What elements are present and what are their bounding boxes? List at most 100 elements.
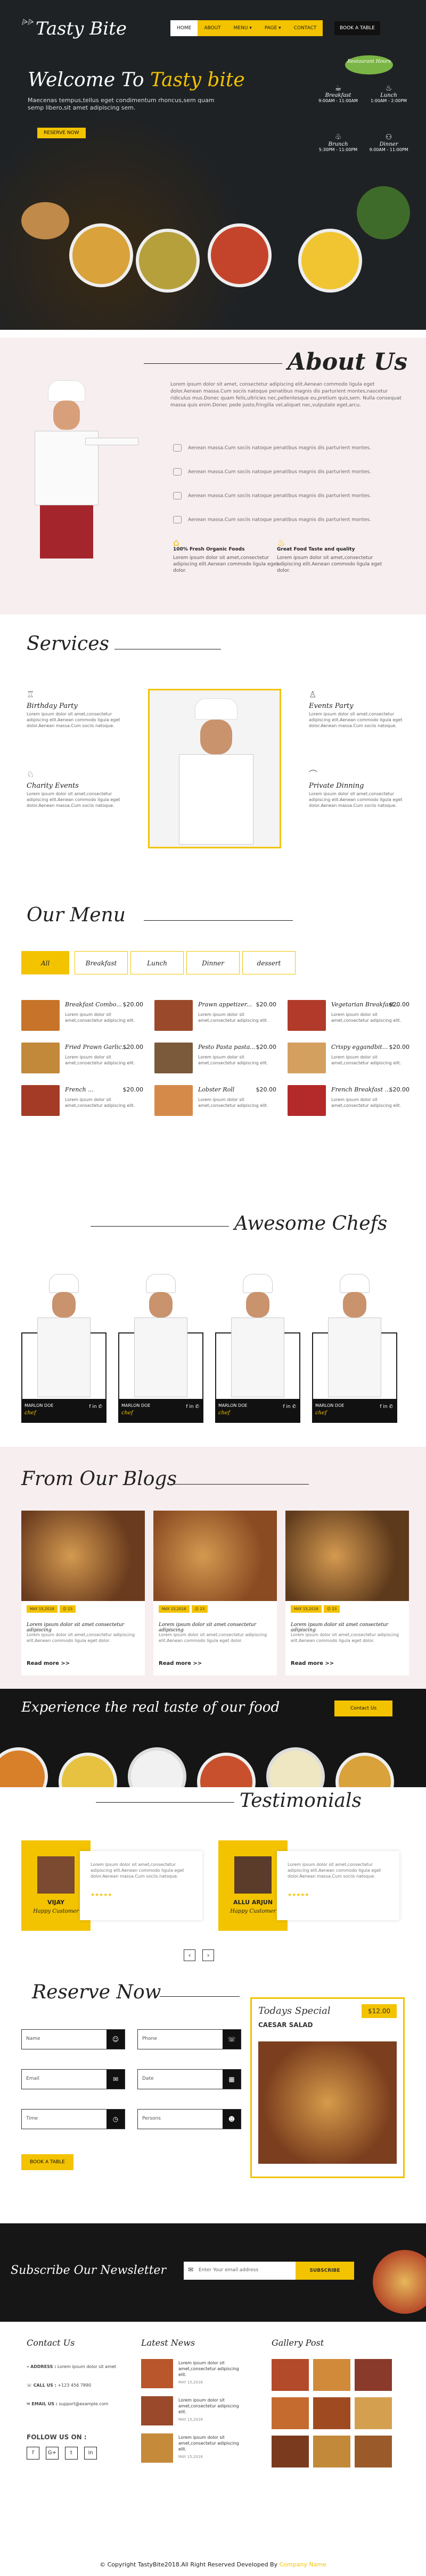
social-icons[interactable]: f in ✆ [380, 1404, 393, 1410]
news-item[interactable]: Lorem ipsum dolor sit amet,consectetur a… [141, 2359, 248, 2391]
menu-item[interactable]: Prawn appetizer... $20.00 Lorem ipsum dolo… [154, 1000, 280, 1032]
hand-icon [173, 516, 182, 523]
spice-bowl [69, 223, 133, 287]
news-item[interactable]: Lorem ipsum dolor sit amet,consectetur a… [141, 2433, 248, 2465]
star-rating: ★★★★★ [91, 1893, 112, 1898]
menu-item-price: $20.00 [256, 1001, 277, 1008]
cloche-icon: ⌒ [309, 769, 318, 779]
nav-home[interactable]: HOME [170, 20, 198, 36]
company-link[interactable]: Company Name [280, 2561, 326, 2568]
reserve-now-button[interactable]: RESERVE NOW [37, 128, 86, 138]
menu-item-name: Prawn appetizer... [198, 1001, 252, 1008]
hero-tagline: Maecenas tempus,tellus eget condimentum … [28, 97, 215, 111]
gallery-image[interactable] [355, 2397, 392, 2429]
menu-item[interactable]: Fried Prawn Garlic... $20.00 Lorem ipsum d… [21, 1043, 146, 1074]
service-birthday: ♖ Birthday Party Lorem ipsum dolor sit ame… [27, 690, 133, 729]
blog-title[interactable]: Lorem ipsum dolor sit amet consectetur a… [159, 1622, 277, 1633]
copyright-icon: © [100, 2561, 106, 2568]
social-icon[interactable]: in [84, 2447, 97, 2460]
book-table-button[interactable]: BOOK A TABLE [334, 21, 380, 35]
social-icon[interactable]: t [65, 2447, 78, 2460]
phone-icon: ☏ [27, 2383, 32, 2388]
chef-info: MARLON DOE chef f in ✆ [21, 1399, 106, 1423]
gallery-image[interactable] [272, 2359, 309, 2391]
menu-item-desc: Lorem ipsum dolor sit amet,consectetur a… [331, 1012, 402, 1023]
feature-title: Great Food Taste and quality [277, 547, 355, 552]
email-value[interactable]: support@example.com [59, 2402, 109, 2406]
chef-photo [134, 1274, 187, 1397]
tab-all[interactable]: All [21, 951, 69, 974]
gallery-image[interactable] [313, 2359, 350, 2391]
blog-text: Lorem ipsum dolor sit amet,consectetur a… [291, 1632, 399, 1643]
contact-us-button[interactable]: Contact Us [334, 1700, 393, 1716]
read-more-link[interactable]: Read more >> [159, 1661, 202, 1666]
menu-item-desc: Lorem ipsum dolor sit amet,consectetur a… [198, 1012, 268, 1023]
menu-item[interactable]: Breakfast Combo... $20.00 Lorem ipsum dolo… [21, 1000, 146, 1032]
email-field[interactable]: Email ✉ [21, 2069, 125, 2089]
next-arrow-icon[interactable]: › [202, 1949, 214, 1961]
gallery-image[interactable] [355, 2436, 392, 2467]
gallery-image[interactable] [355, 2359, 392, 2391]
nav-contact[interactable]: CONTACT [288, 20, 323, 36]
menu-item-image [288, 1000, 326, 1031]
time-field[interactable]: Time ◷ [21, 2109, 125, 2129]
menu-item[interactable]: Pesto Pasta pasta... $20.00 Lorem ipsum do… [154, 1043, 280, 1074]
phone-field[interactable]: Phone ☏ [137, 2029, 241, 2049]
about-item: Aenean massa.Cum sociis natoque penatibu… [173, 468, 371, 476]
chefs-section: Awesome Chefs MARLON DOE chef f in ✆ MARLON… [0, 1202, 426, 1447]
contact-title: Contact Us [27, 2338, 75, 2348]
gallery-image[interactable] [272, 2436, 309, 2467]
menu-item[interactable]: Lobster Roll $20.00 Lorem ipsum dolor sit … [154, 1085, 280, 1117]
blog-title[interactable]: Lorem ipsum dolor sit amet consectetur a… [27, 1622, 145, 1633]
social-icon[interactable]: G+ [46, 2447, 59, 2460]
menu-item[interactable]: Vegetarian Breakfast... $20.00 Lorem ipsum… [288, 1000, 413, 1032]
news-text: Lorem ipsum dolor sit amet,consectetur a… [178, 2435, 239, 2452]
news-item[interactable]: Lorem ipsum dolor sit amet,consectetur a… [141, 2396, 248, 2428]
social-icons[interactable]: f in ✆ [283, 1404, 296, 1410]
menu-item-image [21, 1085, 60, 1116]
book-table-submit-button[interactable]: BOOK A TABLE [21, 2154, 73, 2170]
nav-menu[interactable]: MENU ▾ [227, 20, 258, 36]
blog-meta: MAY 15,2018 ☺ 23 [27, 1605, 76, 1613]
tab-dinner[interactable]: Dinner [186, 951, 240, 974]
menu-item-name: Pesto Pasta pasta... [198, 1044, 256, 1051]
subscribe-button[interactable]: SUBSCRIBE [296, 2262, 354, 2280]
tab-dessert[interactable]: dessert [242, 951, 296, 974]
social-icon[interactable]: f [27, 2447, 39, 2460]
social-icons[interactable]: f in ✆ [186, 1404, 199, 1410]
hours-time: 1:00AM - 2:00PM [370, 98, 407, 103]
address-value: Lorem ipsum dolor sit amet [57, 2364, 117, 2369]
social-icons[interactable]: f in ✆ [89, 1404, 102, 1410]
news-text: Lorem ipsum dolor sit amet,consectetur a… [178, 2361, 239, 2377]
nav-about[interactable]: ABOUT [198, 20, 227, 36]
gallery-image[interactable] [313, 2397, 350, 2429]
gallery-image[interactable] [313, 2436, 350, 2467]
divider [96, 1802, 234, 1803]
field-placeholder: Email [26, 2076, 39, 2081]
read-more-link[interactable]: Read more >> [27, 1661, 70, 1666]
read-more-link[interactable]: Read more >> [291, 1661, 334, 1666]
menu-item-desc: Lorem ipsum dolor sit amet,consectetur a… [331, 1055, 402, 1065]
tab-breakfast[interactable]: Breakfast [75, 951, 128, 974]
logo[interactable]: ⩥⩥ Tasty Bite [21, 18, 127, 39]
field-placeholder: Phone [142, 2036, 157, 2041]
menu-item-image [21, 1000, 60, 1031]
nav-page[interactable]: PAGE ▾ [258, 20, 288, 36]
name-field[interactable]: Name ☺ [21, 2029, 125, 2049]
hours-label: Brunch [328, 141, 348, 147]
field-placeholder: Time [26, 2116, 38, 2121]
gallery-image[interactable] [272, 2397, 309, 2429]
blog-title[interactable]: Lorem ipsum dolor sit amet consectetur a… [291, 1622, 409, 1633]
hours-badge: Restaurant Hours [345, 55, 393, 74]
prev-arrow-icon[interactable]: ‹ [184, 1949, 195, 1961]
menu-item[interactable]: French ... $20.00 Lorem ipsum dolor sit am… [21, 1085, 146, 1117]
special-label-text: Todays Special [258, 2005, 331, 2016]
tab-lunch[interactable]: Lunch [130, 951, 184, 974]
menu-item-name: Lobster Roll [198, 1086, 235, 1093]
menu-item[interactable]: French Breakfast ... $20.00 Lorem ipsum do… [288, 1085, 413, 1117]
persons-field[interactable]: Persons ☻ [137, 2109, 241, 2129]
address-row: ⌖ ADDRESS : Lorem ipsum dolor sit amet [27, 2364, 116, 2370]
subscribe-email-input[interactable]: ✉ Enter Your email address SUBSCRIBE [184, 2262, 354, 2280]
date-field[interactable]: Date ▦ [137, 2069, 241, 2089]
menu-item[interactable]: Crispy eggandbit... $20.00 Lorem ipsum dol… [288, 1043, 413, 1074]
